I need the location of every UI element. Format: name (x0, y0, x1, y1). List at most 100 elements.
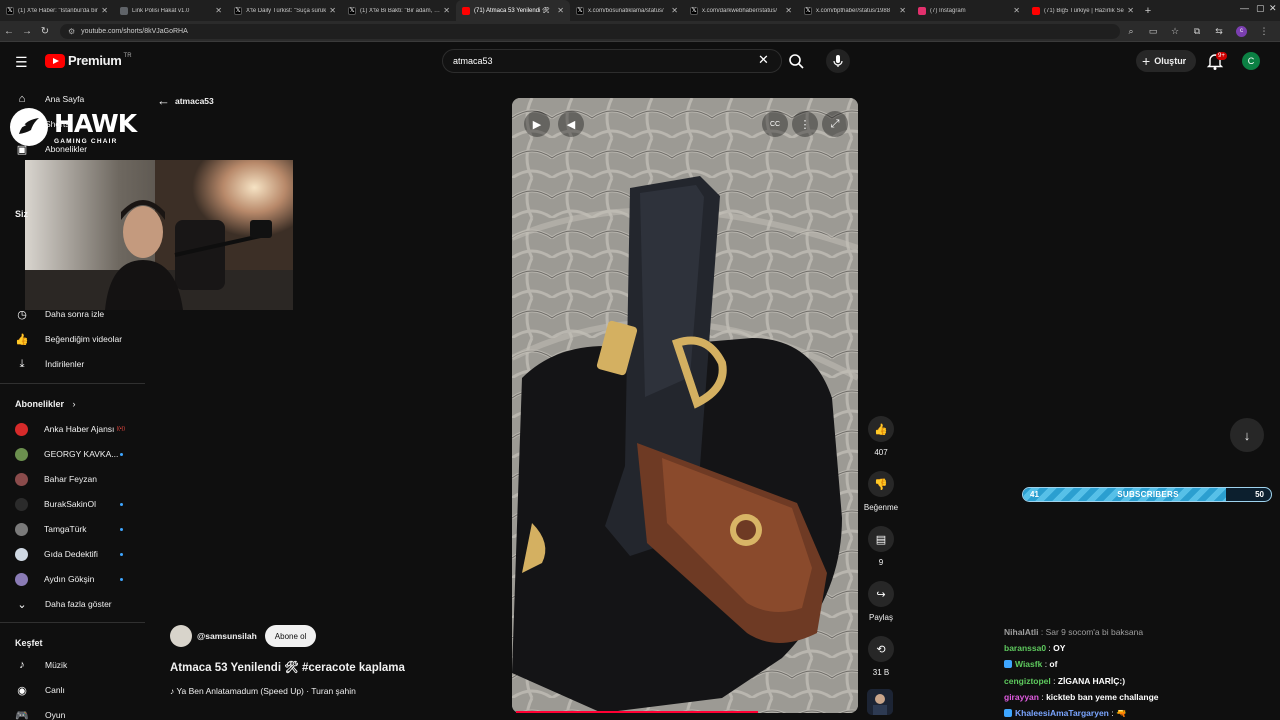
new-tab-button[interactable]: + (1140, 5, 1156, 17)
search-button[interactable] (784, 51, 810, 71)
remix-count: 31 B (872, 668, 890, 677)
cast-icon[interactable]: ▭ (1142, 26, 1164, 37)
close-tab-icon[interactable]: ✕ (1127, 6, 1134, 15)
sidebar-item-home[interactable]: ⌂ Ana Sayfa (0, 88, 145, 110)
create-button[interactable]: + Oluştur (1136, 50, 1197, 72)
back-arrow-icon: ← (157, 93, 170, 108)
music-link[interactable]: ♪ Ya Ben Anlatamadum (Speed Up) · Turan … (170, 686, 356, 696)
zoom-icon[interactable]: ⌕ (1120, 26, 1142, 37)
back-arrow-icon[interactable]: ← (0, 26, 18, 37)
more-options-icon[interactable]: ⋮ (792, 111, 818, 137)
subscribe-button[interactable]: Abone ol (264, 625, 317, 647)
channel-handle[interactable]: @samsunsilah (197, 631, 257, 641)
video-progress-bar[interactable] (516, 711, 759, 713)
remix-button[interactable]: ⟲ 31 B (862, 636, 900, 677)
captions-icon[interactable]: CC (762, 111, 788, 137)
browser-tab[interactable]: 𝕏x.com/bosunatiklama/status/ ✕ (570, 0, 684, 21)
next-video-button[interactable]: ↓ (1230, 418, 1264, 452)
browser-menu-icon[interactable]: ⋮ (1253, 26, 1275, 37)
sidebar-channel-item[interactable]: Bahar Feyzan (0, 468, 145, 490)
dislike-button[interactable]: 👎 Beğenme (862, 471, 900, 512)
close-tab-icon[interactable]: ✕ (329, 6, 336, 15)
sidebar-channel-item[interactable]: TamgaTürk (0, 518, 145, 540)
browser-tab[interactable]: 𝕏 X'te Daily Türkist: "Suça sürük ✕ (228, 0, 342, 21)
browser-tab[interactable]: Link Polisi Hakat v1.0 ✕ (114, 0, 228, 21)
browser-tab[interactable]: 𝕏x.com/bpthaber/status/1988 ✕ (798, 0, 912, 21)
sidebar-channel-item[interactable]: Aydın Gökşin (0, 568, 145, 590)
browser-tab[interactable]: (71) Big5 Türkiye | Hazırlık Se ✕ (1026, 0, 1140, 21)
sidebar-item-gaming[interactable]: 🎮 Oyun (0, 704, 145, 720)
dislike-label: Beğenme (863, 503, 899, 512)
shorts-icon: ▶ (17, 118, 27, 131)
hamburger-menu-icon[interactable]: ☰ (15, 54, 28, 71)
search-input[interactable]: atmaca53 (442, 49, 782, 73)
sidebar-item-subscriptions[interactable]: ▣ Abonelikler (0, 138, 145, 160)
close-tab-icon[interactable]: ✕ (215, 6, 222, 15)
split-icon[interactable]: ⇆ (1208, 26, 1230, 37)
browser-profile-avatar[interactable]: c (1236, 25, 1247, 37)
browser-tab[interactable]: 𝕏x.com/darkwebhaber/status/ ✕ (684, 0, 798, 21)
chat-text: of (1049, 659, 1058, 670)
sidebar-item-music[interactable]: ♪ Müzik (0, 654, 145, 676)
close-tab-icon[interactable]: ✕ (1013, 6, 1020, 15)
browser-tab[interactable]: (71) Atmaca 53 Yenilendi 🛠 ✕ (456, 0, 570, 21)
x-icon: 𝕏 (804, 6, 812, 15)
sidebar-subscriptions-heading[interactable]: Abonelikler › (15, 399, 76, 409)
chat-message: baranssa0 : OY (1004, 640, 1274, 656)
clear-search-icon[interactable]: ✕ (758, 52, 769, 68)
reload-icon[interactable]: ↻ (36, 26, 54, 37)
minimize-button[interactable]: — (1240, 3, 1249, 13)
x-icon: 𝕏 (234, 6, 242, 15)
channel-avatar (15, 572, 28, 586)
sidebar-show-more[interactable]: ⌄ Daha fazla göster (0, 593, 145, 615)
close-window-button[interactable]: ✕ (1269, 3, 1277, 14)
close-tab-icon[interactable]: ✕ (785, 6, 792, 15)
like-button[interactable]: 👍 407 (862, 416, 900, 457)
close-tab-icon[interactable]: ✕ (101, 6, 108, 15)
sidebar-channel-item[interactable]: Anka Haber Ajansı ((•)) (0, 418, 145, 440)
subscriber-label: SUBSCRIBERS (1117, 490, 1179, 499)
volume-icon[interactable]: ◀ (558, 111, 584, 137)
bookmark-star-icon[interactable]: ☆ (1164, 26, 1186, 37)
browser-tab[interactable]: 𝕏 (1) X'te Bi Bakti: "Bir adam, 2 y ✕ (342, 0, 456, 21)
share-button[interactable]: ↪ Paylaş (862, 581, 900, 622)
account-avatar[interactable]: C (1242, 52, 1260, 70)
chat-text: kickteb ban yeme challange (1046, 691, 1159, 702)
channel-name: Gıda Dedektifi (44, 549, 98, 559)
extensions-icon[interactable]: ⧉ (1186, 26, 1208, 37)
site-info-icon[interactable]: ⚙ (68, 27, 75, 36)
voice-search-button[interactable] (826, 49, 850, 73)
sidebar-channel-item[interactable]: Gıda Dedektifi (0, 543, 145, 565)
forward-arrow-icon[interactable]: → (18, 26, 36, 37)
browser-tab[interactable]: 𝕏 (1) X'te Haber: "İstanbul'da bir ✕ (0, 0, 114, 21)
music-icon: ♪ (19, 659, 25, 671)
youtube-icon (462, 6, 470, 15)
sidebar-channel-item[interactable]: GEORGY KAVKA... (0, 443, 145, 465)
chat-badge-icon (1004, 709, 1012, 718)
close-tab-icon[interactable]: ✕ (671, 6, 678, 15)
close-tab-icon[interactable]: ✕ (443, 6, 450, 15)
sidebar-item-shorts[interactable]: ▶ Shorts (0, 113, 145, 135)
fullscreen-icon[interactable]: ⤢ (822, 111, 848, 137)
channel-avatar[interactable] (170, 625, 192, 647)
browser-tab-title: (7) Instagram (930, 7, 966, 14)
sound-thumbnail[interactable] (867, 689, 893, 715)
sidebar-item-live[interactable]: ◉ Canlı (0, 679, 145, 701)
arrow-down-icon: ↓ (1243, 427, 1251, 443)
sidebar-item-thumbs-up[interactable]: 👍 Beğendiğim videolar (0, 328, 145, 350)
maximize-button[interactable]: ▢ (1256, 3, 1265, 14)
shorts-video-player[interactable] (512, 98, 858, 713)
sidebar-you-heading[interactable]: Siz (15, 209, 28, 219)
close-tab-icon[interactable]: ✕ (557, 6, 564, 15)
browser-tab[interactable]: (7) Instagram ✕ (912, 0, 1026, 21)
close-tab-icon[interactable]: ✕ (899, 6, 906, 15)
youtube-premium-logo[interactable]: Premium TR (45, 53, 132, 68)
sidebar-item-download[interactable]: ⤓ İndirilenler (0, 353, 145, 375)
comments-button[interactable]: ▤ 9 (862, 526, 900, 567)
browser-tab-title: x.com/bpthaber/status/1988 (816, 7, 891, 14)
back-to-search-link[interactable]: ← atmaca53 (157, 93, 214, 108)
sidebar-channel-item[interactable]: BurakSakinOl (0, 493, 145, 515)
play-icon[interactable]: ▶ (524, 111, 550, 137)
url-field[interactable]: ⚙ youtube.com/shorts/8kVJaGoRHA (60, 23, 1120, 39)
sidebar-item-clock[interactable]: ◷ Daha sonra izle (0, 303, 145, 325)
